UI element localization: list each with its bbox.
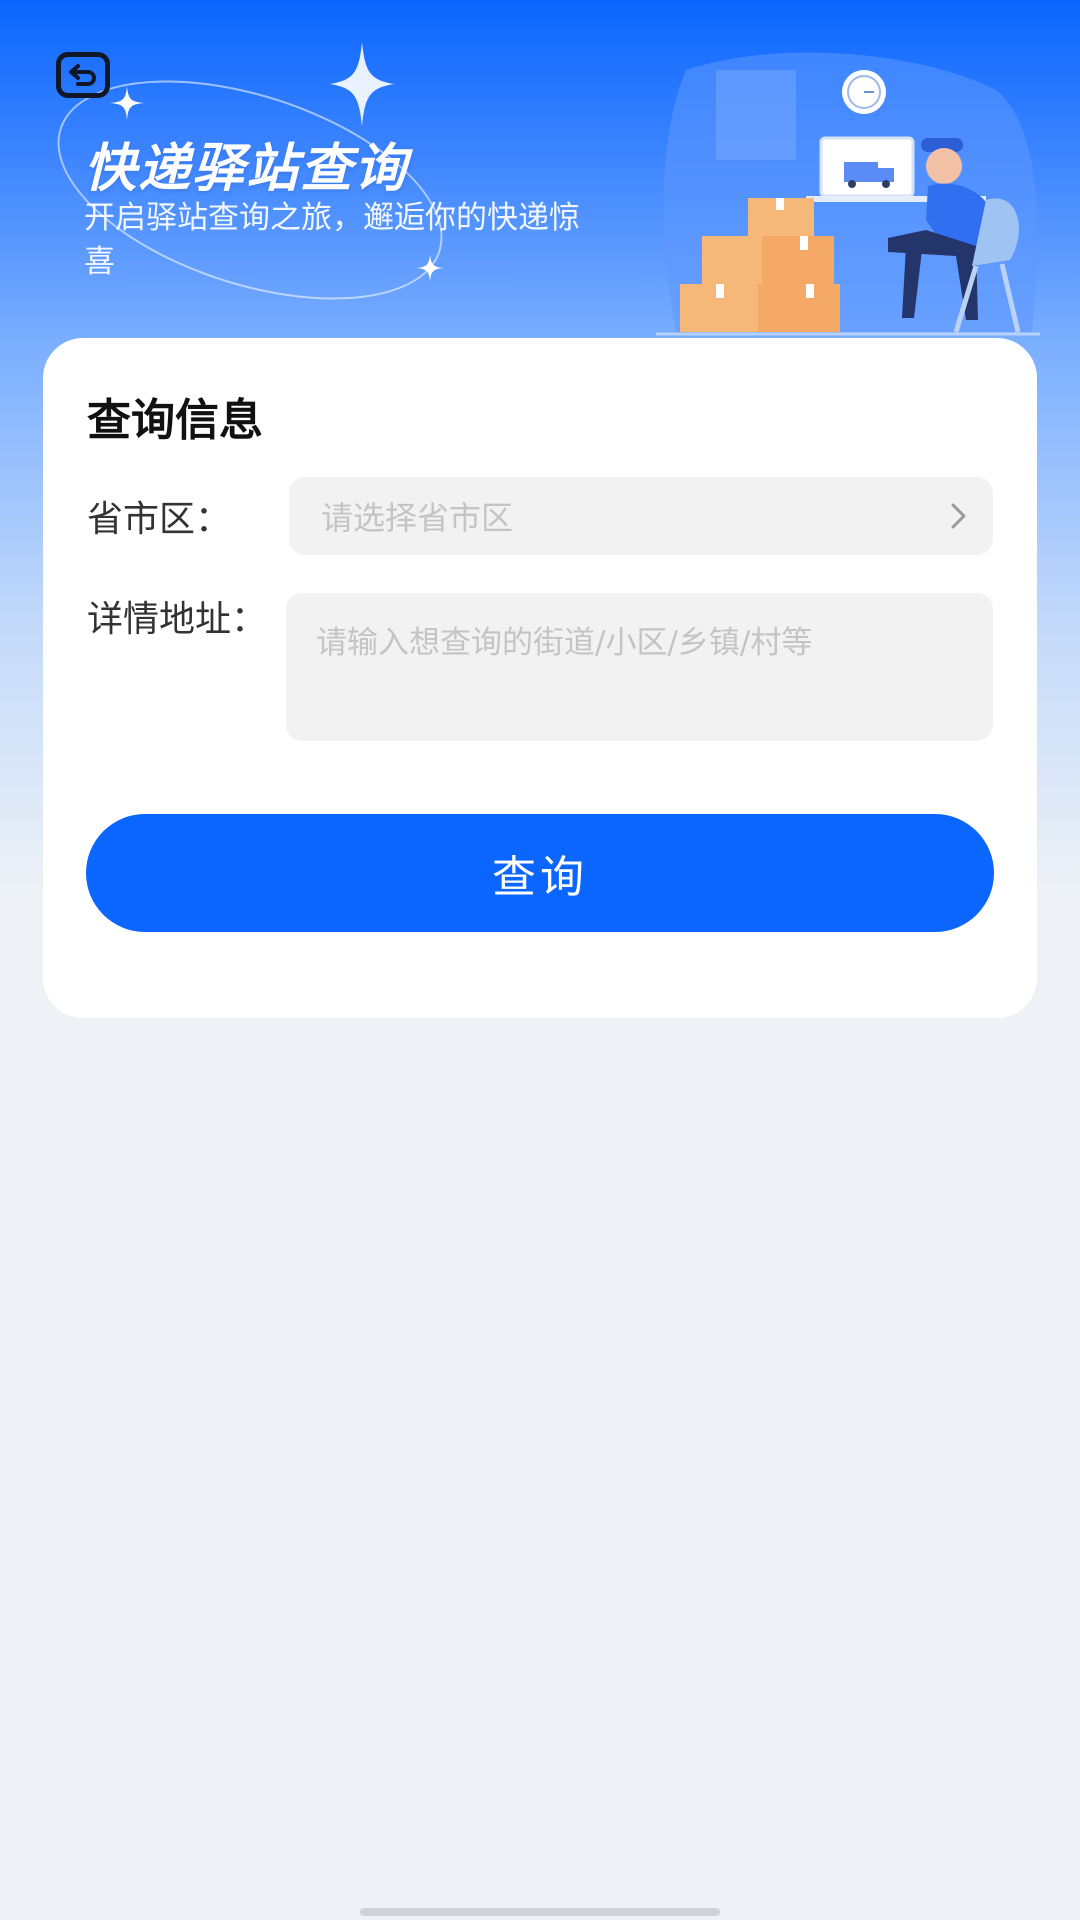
region-placeholder: 请选择省市区	[321, 499, 514, 537]
region-label: 省市区：	[87, 499, 232, 540]
sparkle-icon	[330, 42, 394, 126]
hero-title: 快递驿站查询	[84, 139, 409, 199]
home-indicator	[360, 1908, 720, 1916]
back-arrow-icon	[69, 64, 96, 86]
detail-address-label: 详情地址：	[87, 599, 268, 640]
detail-address-input[interactable]	[286, 593, 993, 741]
query-button[interactable]: 查询	[86, 814, 994, 932]
back-button[interactable]	[56, 52, 110, 98]
chevron-right-icon	[951, 503, 966, 529]
courier-illustration	[656, 52, 1040, 336]
hero-subtitle: 开启驿站查询之旅，邂逅你的快递惊喜	[84, 200, 580, 280]
query-form-card: 查询信息 省市区： 请选择省市区 详情地址： 查询	[43, 338, 1037, 1018]
region-select[interactable]: 请选择省市区	[289, 477, 993, 555]
form-title: 查询信息	[87, 395, 263, 446]
sparkle-icon	[110, 86, 144, 120]
